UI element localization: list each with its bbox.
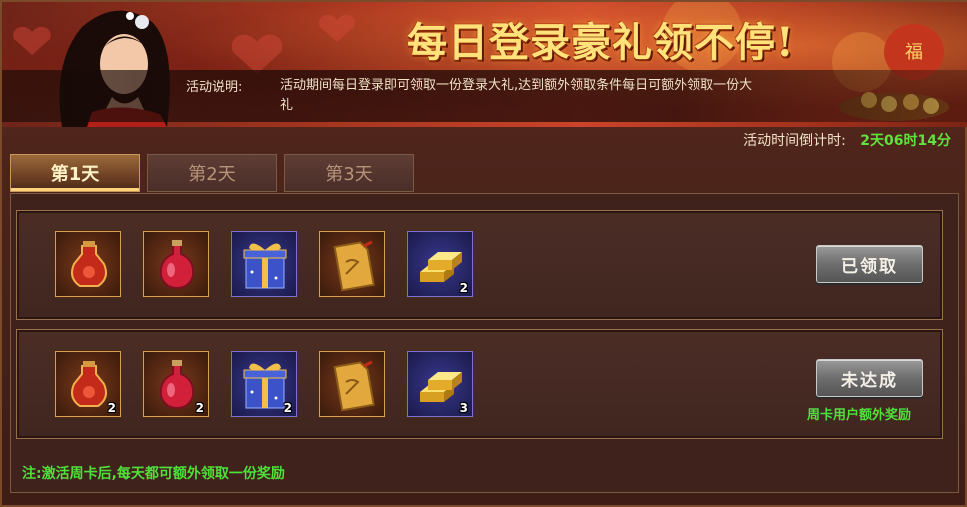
item-count: 2 — [195, 401, 204, 415]
item-count: 2 — [283, 401, 292, 415]
tab-day-1[interactable]: 第1天 — [10, 154, 140, 192]
reward-slot[interactable]: 2 — [55, 351, 121, 417]
reward-slot[interactable] — [231, 231, 297, 297]
reward-slot[interactable] — [55, 231, 121, 297]
weekly-card-bonus-note: 周卡用户额外奖励 — [807, 408, 912, 423]
item-count: 2 — [459, 281, 468, 295]
red-potion-flask-icon — [71, 241, 107, 287]
description-label: 活动说明: — [186, 80, 243, 95]
reward-slot[interactable]: 2 — [407, 231, 473, 297]
gift-box-icon — [243, 243, 287, 289]
red-potion-bottle-icon — [159, 240, 195, 290]
reward-slot[interactable] — [319, 351, 385, 417]
daily-login-panel: 每日登录豪礼领不停! 福 活动说明: 活动期间每日登录即可领取一份登录大礼,达到… — [0, 0, 967, 507]
tab-day-3[interactable]: 第3天 — [284, 154, 414, 192]
event-title: 每日登录豪礼领不停! — [407, 19, 795, 66]
countdown-label: 活动时间倒计时: — [743, 133, 846, 149]
footer-note: 注:激活周卡后,每天都可额外领取一份奖励 — [22, 466, 285, 482]
countdown: 活动时间倒计时: 2天06时14分 — [743, 130, 951, 150]
description-text: 活动期间每日登录即可领取一份登录大礼,达到额外领取条件每日可额外领取一份大礼 — [280, 78, 753, 113]
reward-slot[interactable] — [319, 231, 385, 297]
claimed-button[interactable]: 已领取 — [816, 245, 923, 283]
tab-day-2[interactable]: 第2天 — [147, 154, 277, 192]
item-count: 2 — [107, 401, 116, 415]
reward-slot[interactable]: 2 — [143, 351, 209, 417]
reward-slot[interactable]: 3 — [407, 351, 473, 417]
not-reached-button[interactable]: 未达成 — [816, 359, 923, 397]
countdown-value: 2天06时14分 — [860, 133, 951, 149]
svg-text:福: 福 — [905, 42, 923, 63]
reward-slot[interactable] — [143, 231, 209, 297]
gold-scroll-tag-icon — [333, 360, 375, 412]
reward-slot[interactable]: 2 — [231, 351, 297, 417]
event-banner: 每日登录豪礼领不停! 福 活动说明: 活动期间每日登录即可领取一份登录大礼,达到… — [2, 2, 967, 127]
gold-scroll-tag-icon — [333, 240, 375, 292]
item-count: 3 — [459, 401, 468, 415]
